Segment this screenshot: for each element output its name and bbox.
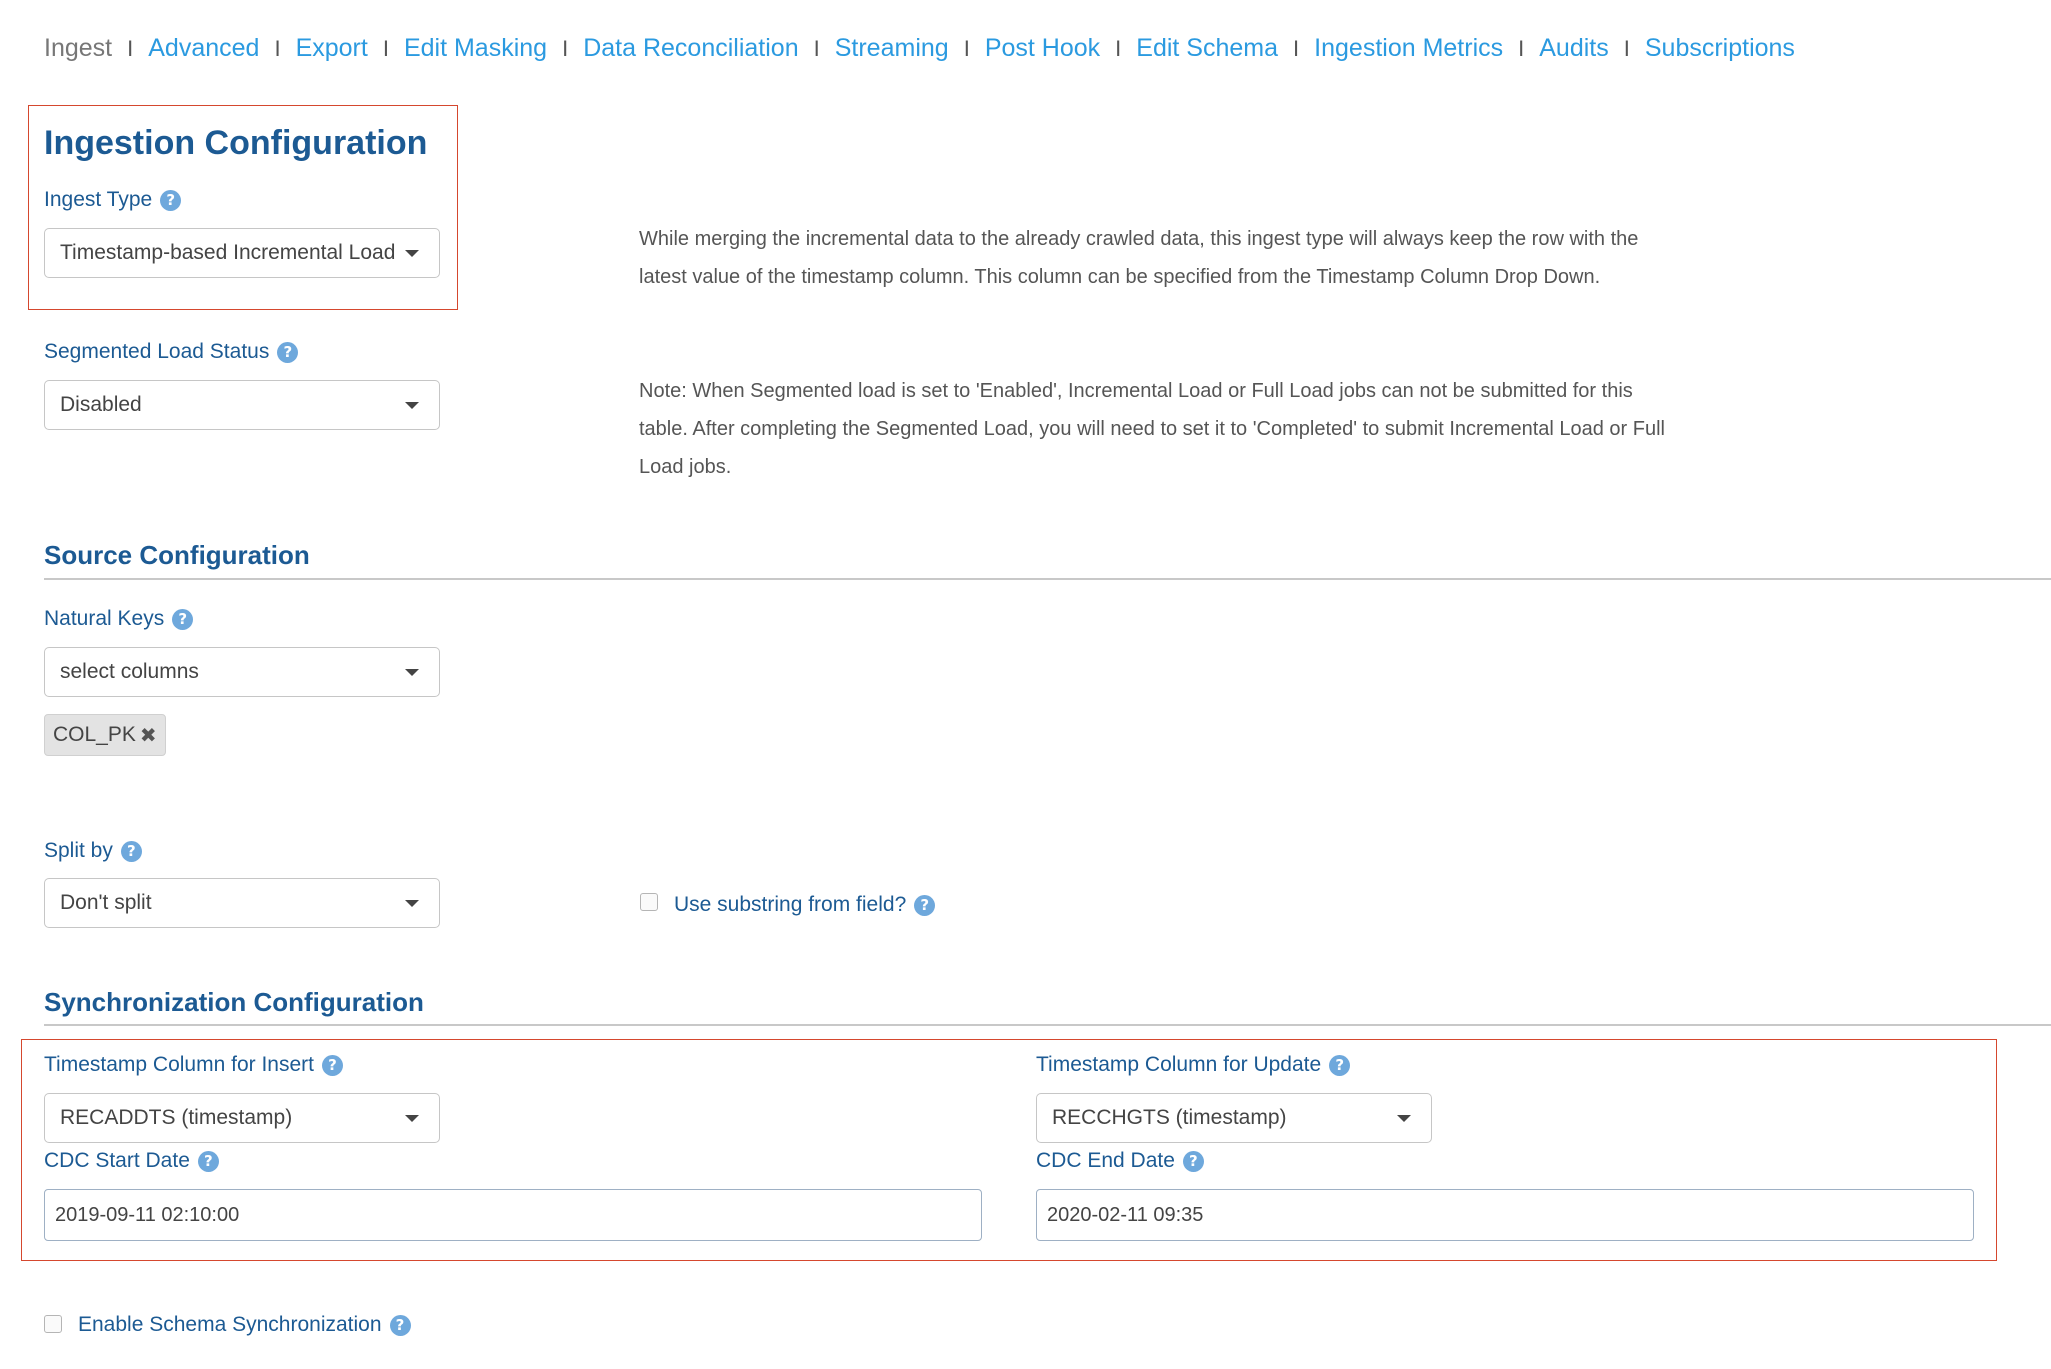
schema-sync-checkbox[interactable] (44, 1315, 62, 1333)
nav-separator: I (1115, 35, 1122, 61)
ingest-type-value: Timestamp-based Incremental Load (60, 241, 395, 264)
ts-insert-select[interactable]: RECADDTS (timestamp) (44, 1093, 440, 1143)
natural-key-tag: COL_PK ✖ (44, 714, 166, 756)
segmented-load-label-text: Segmented Load Status (44, 340, 270, 363)
nav-tab-data-reconciliation[interactable]: Data Reconciliation (583, 34, 798, 63)
remove-tag-icon[interactable]: ✖ (140, 723, 157, 747)
ingestion-config-title: Ingestion Configuration (44, 124, 428, 162)
help-icon[interactable]: ? (914, 894, 936, 916)
substring-checkbox[interactable] (640, 893, 658, 911)
ingest-type-description: While merging the incremental data to th… (639, 220, 1789, 296)
help-icon[interactable]: ? (172, 608, 194, 630)
nav-tab-audits[interactable]: Audits (1539, 34, 1608, 63)
natural-keys-label: Natural Keys ? (44, 607, 194, 631)
ingest-type-label: Ingest Type ? (44, 188, 182, 212)
nav-tab-subscriptions[interactable]: Subscriptions (1645, 34, 1795, 63)
chevron-down-icon (1397, 1114, 1411, 1122)
nav-separator: I (1293, 35, 1300, 61)
cdc-end-input[interactable]: 2020-02-11 09:35 (1036, 1189, 1974, 1241)
cdc-start-value: 2019-09-11 02:10:00 (55, 1203, 240, 1226)
chevron-down-icon (405, 668, 419, 676)
help-icon[interactable]: ? (120, 840, 142, 862)
nav-separator: I (382, 35, 389, 61)
nav-tab-edit-masking[interactable]: Edit Masking (404, 34, 547, 63)
cdc-start-label: CDC Start Date ? (44, 1149, 219, 1173)
help-icon[interactable]: ? (321, 1054, 343, 1076)
segmented-load-note-line: Note: When Segmented load is set to 'Ena… (639, 380, 1633, 402)
nav-tab-ingestion-metrics[interactable]: Ingestion Metrics (1314, 34, 1503, 63)
nav-tab-ingest: Ingest (44, 34, 113, 62)
nav-tab-streaming[interactable]: Streaming (835, 34, 949, 63)
nav-separator: I (274, 35, 281, 61)
help-icon[interactable]: ? (277, 341, 299, 363)
schema-sync-label: Enable Schema Synchronization ? (78, 1313, 411, 1337)
nav-separator: I (127, 35, 134, 61)
schema-sync-label-text[interactable]: Enable Schema Synchronization (78, 1313, 382, 1337)
ingest-type-description-line: latest value of the timestamp column. Th… (639, 266, 1601, 288)
nav-separator: I (1623, 35, 1630, 61)
divider (44, 1024, 2051, 1026)
source-config-title: Source Configuration (44, 540, 310, 570)
natural-keys-label-text: Natural Keys (44, 607, 165, 630)
help-icon[interactable]: ? (1329, 1054, 1351, 1076)
nav-separator: I (813, 35, 820, 61)
split-by-label-text: Split by (44, 839, 113, 862)
natural-key-tag-label: COL_PK (53, 723, 136, 746)
ingest-type-select[interactable]: Timestamp-based Incremental Load (44, 228, 440, 278)
segmented-load-select[interactable]: Disabled (44, 380, 440, 430)
ingest-type-description-line: While merging the incremental data to th… (639, 228, 1639, 250)
nav-separator: I (1518, 35, 1525, 61)
substring-label: Use substring from field? ? (674, 893, 936, 917)
nav-separator: I (963, 35, 970, 61)
ts-update-value: RECCHGTS (timestamp) (1052, 1106, 1287, 1129)
sync-config-title: Synchronization Configuration (44, 987, 424, 1017)
segmented-load-value: Disabled (60, 393, 142, 416)
chevron-down-icon (405, 1114, 419, 1122)
help-icon[interactable]: ? (1182, 1150, 1204, 1172)
help-icon[interactable]: ? (197, 1150, 219, 1172)
nav-separator: I (562, 35, 569, 61)
help-icon[interactable]: ? (160, 189, 182, 211)
chevron-down-icon (405, 401, 419, 409)
cdc-end-label: CDC End Date ? (1036, 1149, 1204, 1173)
split-by-select[interactable]: Don't split (44, 878, 440, 928)
ts-insert-label-text: Timestamp Column for Insert (44, 1053, 314, 1076)
help-icon[interactable]: ? (389, 1314, 411, 1336)
ts-insert-value: RECADDTS (timestamp) (60, 1106, 293, 1129)
cdc-start-input[interactable]: 2019-09-11 02:10:00 (44, 1189, 982, 1241)
split-by-value: Don't split (60, 891, 152, 914)
top-nav: Ingest I Advanced I Export I Edit Maskin… (44, 34, 1795, 63)
ts-insert-label: Timestamp Column for Insert ? (44, 1053, 343, 1077)
natural-keys-select[interactable]: select columns (44, 647, 440, 697)
segmented-load-note-line: table. After completing the Segmented Lo… (639, 418, 1665, 440)
ts-update-label: Timestamp Column for Update ? (1036, 1053, 1351, 1077)
cdc-end-label-text: CDC End Date (1036, 1149, 1175, 1172)
nav-tab-edit-schema[interactable]: Edit Schema (1136, 34, 1278, 63)
divider (44, 578, 2051, 580)
split-by-label: Split by ? (44, 839, 142, 863)
natural-keys-placeholder: select columns (60, 660, 199, 683)
cdc-start-label-text: CDC Start Date (44, 1149, 190, 1172)
nav-tab-advanced[interactable]: Advanced (148, 34, 259, 63)
nav-tab-export[interactable]: Export (296, 34, 368, 63)
ts-update-select[interactable]: RECCHGTS (timestamp) (1036, 1093, 1432, 1143)
chevron-down-icon (405, 249, 419, 257)
substring-label-text[interactable]: Use substring from field? (674, 893, 906, 917)
ts-update-label-text: Timestamp Column for Update (1036, 1053, 1322, 1076)
cdc-end-value: 2020-02-11 09:35 (1047, 1203, 1204, 1226)
segmented-load-label: Segmented Load Status ? (44, 340, 299, 364)
segmented-load-note: Note: When Segmented load is set to 'Ena… (639, 372, 1789, 486)
nav-tab-post-hook[interactable]: Post Hook (985, 34, 1100, 63)
ingest-type-label-text: Ingest Type (44, 188, 153, 211)
chevron-down-icon (405, 899, 419, 907)
segmented-load-note-line: Load jobs. (639, 456, 732, 478)
